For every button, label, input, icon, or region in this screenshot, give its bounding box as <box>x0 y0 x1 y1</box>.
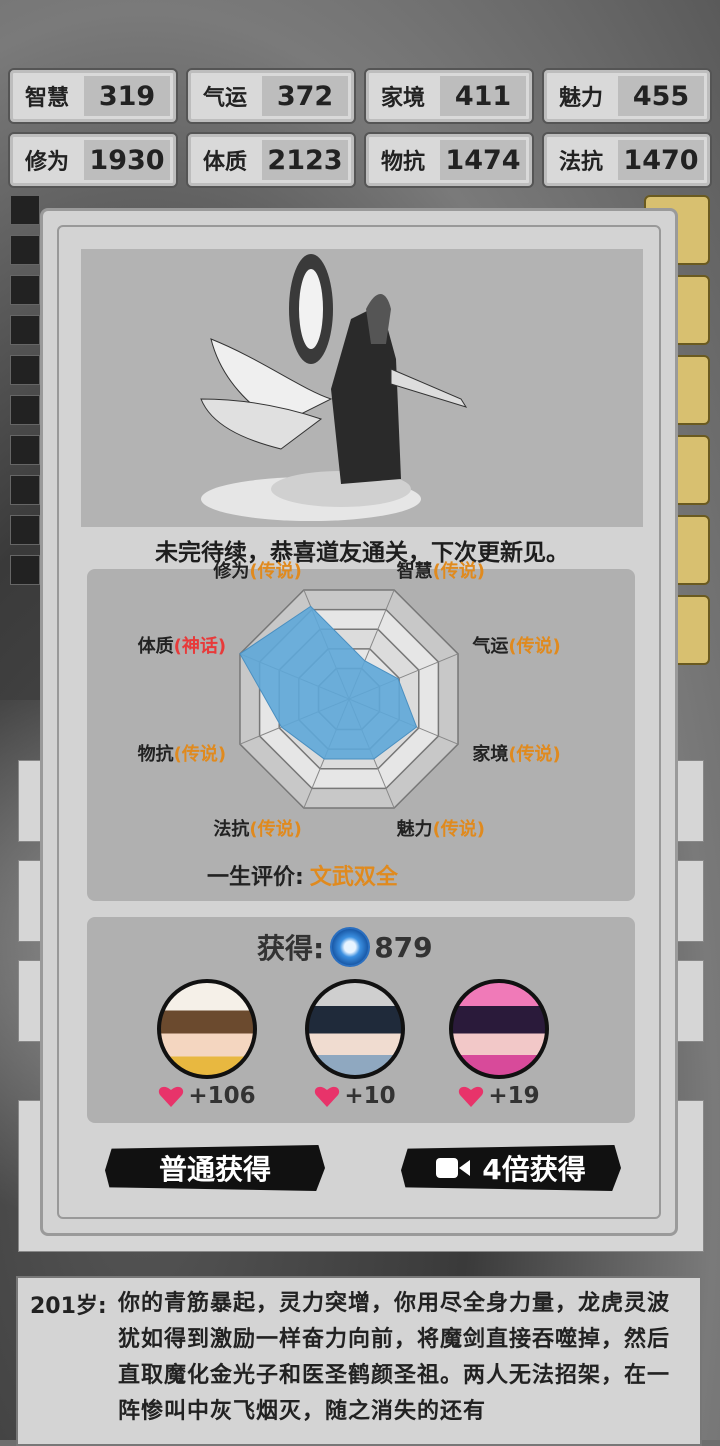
affection-value: +19 <box>488 1083 540 1109</box>
completion-message: 未完待续，恭喜道友通关，下次更新见。 <box>155 540 569 566</box>
heart-icon <box>459 1086 484 1107</box>
stat-luck: 气运 372 <box>186 68 356 124</box>
stat-value: 319 <box>84 76 170 116</box>
attribute-radar-panel: 修为(传说) 智慧(传说) 气运(传说) 家境(传说) 魅力(传说) 法抗(传说) 物抗(传… <box>87 561 635 901</box>
companion-card[interactable]: +106 <box>147 979 267 1109</box>
heart-icon <box>315 1086 340 1107</box>
spirit-orb-icon <box>330 927 371 967</box>
stat-label: 魅力 <box>558 86 603 111</box>
normal-claim-label: 普通获得 <box>158 1153 271 1186</box>
companion-portrait <box>305 979 405 1079</box>
stat-value: 2123 <box>262 140 348 180</box>
skill-slot <box>10 555 40 585</box>
skill-slot <box>10 435 40 465</box>
stat-wisdom: 智慧 319 <box>8 68 178 124</box>
video-icon <box>436 1158 471 1178</box>
radar-chart <box>239 589 459 809</box>
life-evaluation: 一生评价: 文武双全 <box>207 859 398 891</box>
skill-slot <box>10 195 40 225</box>
log-text: 你的青筋暴起，灵力突增，你用尽全身力量，龙虎灵波犹如得到激励一样奋力向前，将魔剑… <box>118 1291 671 1424</box>
skill-slot <box>10 235 40 265</box>
quad-claim-label: 4倍获得 <box>482 1153 586 1186</box>
reward-label: 获得: <box>257 932 325 965</box>
stat-physical-resist: 物抗 1474 <box>364 132 534 188</box>
stat-label: 法抗 <box>558 150 603 175</box>
heart-icon <box>159 1086 184 1107</box>
quad-claim-button[interactable]: 4倍获得 <box>401 1145 621 1191</box>
life-log[interactable]: 201岁: 你的青筋暴起，灵力突增，你用尽全身力量，龙虎灵波犹如得到激励一样奋力… <box>16 1276 702 1446</box>
companion-card[interactable]: +10 <box>295 979 415 1109</box>
companion-portrait <box>157 979 257 1079</box>
radar-label: 体质(神话) <box>137 636 227 658</box>
reward-panel: 获得: 879 +106 +10 +19 <box>87 917 635 1123</box>
affection-gain: +19 <box>439 1083 559 1109</box>
stat-label: 体质 <box>202 150 247 175</box>
skill-slot <box>10 275 40 305</box>
radar-label: 智慧(传说) <box>396 560 486 582</box>
stat-label: 家境 <box>380 86 425 111</box>
affection-value: +10 <box>344 1083 396 1109</box>
skill-slot <box>10 395 40 425</box>
affection-gain: +106 <box>147 1083 267 1109</box>
ending-dialog: 未完待续，恭喜道友通关，下次更新见。 修为(传说) 智慧(传说) 气运(传说) 家境(… <box>40 208 678 1236</box>
log-age: 201岁: <box>30 1294 107 1319</box>
stat-magic-resist: 法抗 1470 <box>542 132 712 188</box>
stat-cultivation: 修为 1930 <box>8 132 178 188</box>
hero-illustration <box>81 249 643 527</box>
stat-value: 372 <box>262 76 348 116</box>
normal-claim-button[interactable]: 普通获得 <box>105 1145 325 1191</box>
stats-panel: 智慧 319 气运 372 家境 411 魅力 455 修为 1930 体质 2123 物抗… <box>8 68 712 188</box>
affection-gain: +10 <box>295 1083 415 1109</box>
radar-label: 法抗(传说) <box>213 819 302 841</box>
stat-label: 修为 <box>24 150 69 175</box>
stat-family: 家境 411 <box>364 68 534 124</box>
stat-label: 智慧 <box>24 86 69 111</box>
radar-label: 气运(传说) <box>472 636 561 658</box>
radar-label: 魅力(传说) <box>396 819 486 841</box>
radar-label: 修为(传说) <box>213 560 302 582</box>
reward-amount: 879 <box>374 930 433 964</box>
evaluation-label: 一生评价: <box>207 865 304 890</box>
reward-summary: 获得: 879 <box>257 927 433 967</box>
stat-value: 1474 <box>440 140 526 180</box>
stat-value: 411 <box>440 76 526 116</box>
skill-slot <box>10 315 40 345</box>
skill-slot <box>10 475 40 505</box>
evaluation-value: 文武双全 <box>309 865 398 890</box>
companion-portrait <box>449 979 549 1079</box>
stat-physique: 体质 2123 <box>186 132 356 188</box>
stat-label: 物抗 <box>380 150 425 175</box>
left-skill-column <box>10 195 40 595</box>
skill-slot <box>10 355 40 385</box>
stat-label: 气运 <box>202 86 247 111</box>
stat-value: 1930 <box>84 140 170 180</box>
radar-label: 家境(传说) <box>472 743 561 765</box>
affection-value: +106 <box>188 1083 256 1109</box>
skill-slot <box>10 515 40 545</box>
immortal-figure-image <box>200 254 468 521</box>
stat-charm: 魅力 455 <box>542 68 712 124</box>
stat-value: 455 <box>618 76 704 116</box>
companion-card[interactable]: +19 <box>439 979 559 1109</box>
stat-value: 1470 <box>618 140 704 180</box>
radar-label: 物抗(传说) <box>137 743 227 765</box>
